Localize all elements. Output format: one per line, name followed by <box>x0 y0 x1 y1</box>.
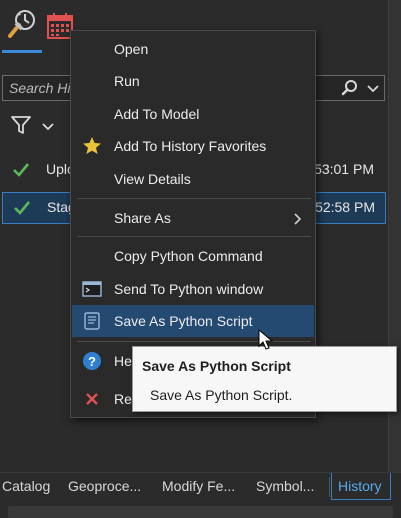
success-check-icon <box>13 199 31 217</box>
tab-separator <box>329 477 330 497</box>
star-icon <box>82 136 102 156</box>
tab-symbology[interactable]: Symbol... <box>256 478 314 494</box>
menu-item-add-to-history-favorites[interactable]: Add To History Favorites <box>72 130 314 162</box>
history-item-time: 53:01 PM <box>314 161 374 177</box>
menu-separator <box>77 341 311 342</box>
svg-text:?: ? <box>88 354 96 369</box>
active-tab-indicator <box>2 50 42 53</box>
menu-item-label: View Details <box>114 171 191 187</box>
menu-item-add-to-model[interactable]: Add To Model <box>72 98 314 130</box>
tab-modify-features[interactable]: Modify Fe... <box>162 478 235 494</box>
tab-history[interactable]: History <box>338 478 382 494</box>
tooltip-title: Save As Python Script <box>142 358 291 374</box>
menu-item-copy-python-command[interactable]: Copy Python Command <box>72 240 314 272</box>
menu-item-label: He <box>114 353 132 369</box>
tooltip-description: Save As Python Script. <box>150 387 293 403</box>
menu-item-label: Share As <box>114 210 171 226</box>
python-window-icon <box>82 279 102 299</box>
submenu-arrow-icon <box>292 212 302 225</box>
menu-item-save-as-python-script[interactable]: Save As Python Script <box>72 305 314 337</box>
tab-catalog[interactable]: Catalog <box>2 478 50 494</box>
menu-item-label: Add To Model <box>114 106 200 122</box>
menu-item-open[interactable]: Open <box>72 33 314 65</box>
menu-item-share-as[interactable]: Share As <box>72 202 314 234</box>
success-check-icon <box>12 161 30 179</box>
menu-item-label: Open <box>114 41 149 57</box>
menu-item-label: Re <box>114 391 132 407</box>
menu-separator <box>77 198 311 199</box>
menu-separator <box>77 236 311 237</box>
history-clock-hammer-icon[interactable] <box>6 8 38 40</box>
status-bar <box>0 500 401 518</box>
mouse-cursor-icon <box>258 328 274 351</box>
tab-geoprocessing[interactable]: Geoproce... <box>68 478 141 494</box>
bottom-tab-strip: Catalog Geoproce... Modify Fe... Symbol.… <box>0 472 401 501</box>
menu-item-label: Run <box>114 73 140 89</box>
menu-item-label: Send To Python window <box>114 281 264 297</box>
chevron-down-icon[interactable] <box>365 80 381 96</box>
help-icon: ? <box>82 351 102 371</box>
menu-item-label: Copy Python Command <box>114 248 263 264</box>
menu-item-label: Add To History Favorites <box>114 138 267 154</box>
menu-item-run[interactable]: Run <box>72 65 314 97</box>
menu-item-label: Save As Python Script <box>114 313 253 329</box>
menu-item-view-details[interactable]: View Details <box>72 163 314 195</box>
history-item-time: 52:58 PM <box>315 199 375 215</box>
horizontal-scrollbar[interactable] <box>8 506 393 518</box>
tooltip: Save As Python Script Save As Python Scr… <box>132 346 397 412</box>
filter-icon[interactable] <box>10 114 32 136</box>
python-script-icon <box>82 311 102 331</box>
menu-item-send-to-python-window[interactable]: Send To Python window <box>72 273 314 305</box>
search-icon[interactable] <box>341 79 359 97</box>
filter-dropdown-chevron-icon[interactable] <box>40 118 56 134</box>
remove-x-icon <box>82 389 102 409</box>
